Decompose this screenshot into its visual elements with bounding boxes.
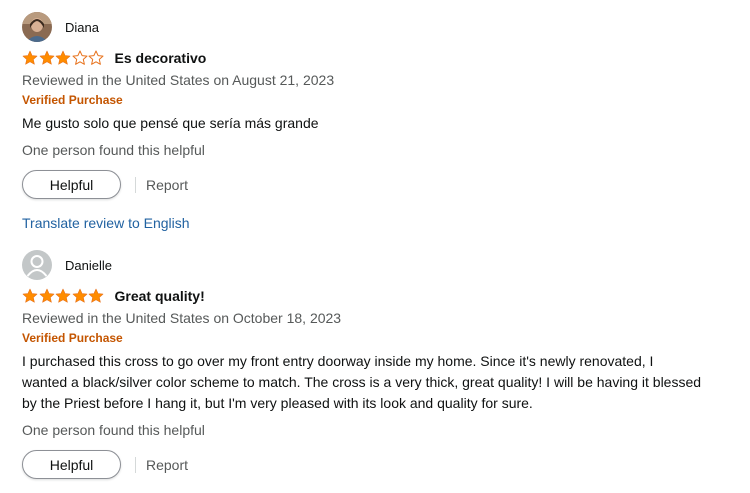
review-body: Me gusto solo que pensé que sería más gr… (22, 115, 319, 131)
star-filled-icon (22, 50, 38, 65)
star-rating[interactable] (22, 287, 105, 305)
star-filled-icon (39, 288, 54, 303)
review-title[interactable]: Great quality! (115, 288, 205, 304)
review-body: I purchased this cross to go over my fro… (22, 353, 702, 411)
report-link[interactable]: Report (146, 457, 188, 473)
star-filled-icon (55, 50, 71, 65)
report-link[interactable]: Report (146, 177, 188, 193)
review-date: Reviewed in the United States on August … (22, 72, 335, 88)
reviewer-name[interactable]: Danielle (65, 258, 112, 273)
action-divider (135, 176, 136, 193)
helpful-button[interactable]: Helpful (22, 170, 121, 199)
avatar[interactable] (22, 12, 52, 42)
helpful-button[interactable]: Helpful (22, 450, 121, 479)
action-divider (135, 456, 136, 473)
verified-purchase-badge: Verified Purchase (22, 93, 123, 107)
star-rating[interactable] (22, 49, 105, 67)
verified-purchase-badge: Verified Purchase (22, 331, 123, 345)
reviewer-name[interactable]: Diana (65, 20, 99, 35)
reviewer-profile[interactable]: Diana (22, 12, 722, 42)
reviewer-profile[interactable]: Danielle (22, 250, 722, 280)
translate-review-link[interactable]: Translate review to English (22, 214, 190, 232)
star-empty-icon (72, 50, 87, 65)
star-filled-icon (39, 50, 54, 65)
review-actions: Helpful Report (22, 169, 722, 200)
review-date: Reviewed in the United States on October… (22, 310, 342, 326)
star-empty-icon (88, 50, 104, 65)
star-filled-icon (55, 288, 71, 303)
helpful-count: One person found this helpful (22, 422, 205, 438)
review-actions: Helpful Report (22, 449, 722, 480)
default-user-avatar-icon[interactable] (22, 250, 52, 280)
star-filled-icon (22, 288, 38, 303)
star-filled-icon (72, 288, 87, 303)
star-filled-icon (88, 288, 104, 303)
review-card: Danielle Great quality! Reviewed in the … (22, 250, 722, 480)
review-title[interactable]: Es decorativo (115, 50, 207, 66)
helpful-count: One person found this helpful (22, 142, 205, 158)
review-card: Diana Es decorativo Reviewed in the Unit… (22, 12, 722, 233)
